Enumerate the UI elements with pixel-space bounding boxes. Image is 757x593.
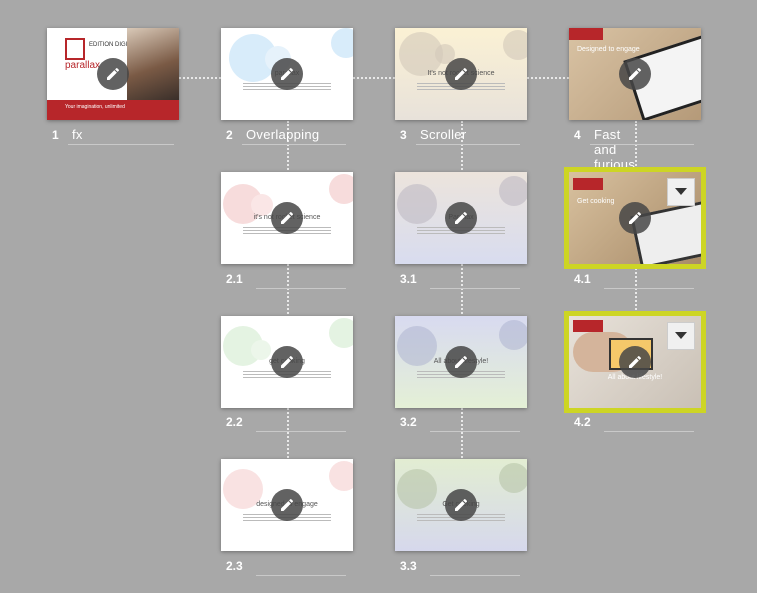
page-name-underline: [256, 575, 346, 576]
pencil-icon: [455, 211, 468, 224]
bubble-shape: [503, 30, 527, 60]
page-name-underline: [68, 144, 174, 145]
bubble-shape: [499, 176, 527, 206]
page-thumbnail-4[interactable]: Designed to engage: [569, 28, 701, 120]
bubble-shape: [251, 194, 273, 216]
page-thumbnail-2-3[interactable]: designed to engage: [221, 459, 353, 551]
page-number: 3.1: [400, 272, 417, 286]
page-name-underline: [256, 288, 346, 289]
page-name-underline: [256, 431, 346, 432]
thumb-title: Designed to engage: [577, 46, 640, 53]
connector-3-4: [527, 77, 569, 79]
pencil-icon: [455, 355, 468, 368]
pencil-icon: [455, 498, 468, 511]
edit-page-button[interactable]: [271, 202, 303, 234]
page-name-underline: [590, 144, 694, 145]
page-thumbnail-4-2[interactable]: All about lifestyle!: [564, 311, 706, 413]
page-number: 2.2: [226, 415, 243, 429]
page-name-underline: [416, 144, 520, 145]
bubble-shape: [499, 463, 527, 493]
edit-page-button[interactable]: [619, 346, 651, 378]
page-thumbnail-3[interactable]: It's not rocket science: [395, 28, 527, 120]
edit-page-button[interactable]: [445, 346, 477, 378]
thumb-photo: [127, 28, 179, 100]
connector-2-3: [353, 77, 395, 79]
edit-page-button[interactable]: [271, 489, 303, 521]
thumb-red-tag: [573, 320, 603, 332]
thumb-red-tag: [573, 178, 603, 190]
page-thumbnail-2-1[interactable]: it's not rocket science: [221, 172, 353, 264]
page-name-underline: [430, 431, 520, 432]
page-name: fx: [72, 127, 83, 142]
bubble-shape: [329, 174, 353, 204]
page-thumbnail-2-2[interactable]: get cooking: [221, 316, 353, 408]
edit-page-button[interactable]: [619, 202, 651, 234]
bubble-shape: [499, 320, 527, 350]
thumb-red-tag: [569, 28, 603, 40]
page-options-dropdown[interactable]: [667, 178, 695, 206]
pencil-icon: [629, 355, 642, 368]
page-name-underline: [430, 288, 520, 289]
page-thumbnail-1[interactable]: EDITION DIGITAL parallax Your imaginatio…: [47, 28, 179, 120]
page-name: Fast and furious: [594, 127, 636, 172]
bubble-shape: [331, 28, 353, 58]
thumb-title: Get cooking: [577, 198, 615, 205]
edit-page-button[interactable]: [445, 489, 477, 521]
page-name-underline: [430, 575, 520, 576]
edit-page-button[interactable]: [271, 58, 303, 90]
edit-page-button[interactable]: [271, 346, 303, 378]
page-number: 2: [226, 128, 233, 142]
page-name: Scroller: [420, 127, 467, 142]
edit-page-button[interactable]: [445, 58, 477, 90]
chevron-down-icon: [675, 332, 687, 339]
bubble-shape: [329, 461, 353, 491]
pencil-icon: [281, 498, 294, 511]
page-number: 4.2: [574, 415, 591, 429]
thumb-red-band: Your imagination, unlimited: [47, 100, 179, 120]
thumb-title: parallax: [65, 60, 101, 71]
page-number: 1: [52, 128, 59, 142]
bubble-shape: [251, 340, 271, 360]
page-thumbnail-3-3[interactable]: Get cooking: [395, 459, 527, 551]
page-number: 4.1: [574, 272, 591, 286]
pencil-icon: [107, 67, 120, 80]
pencil-icon: [455, 67, 468, 80]
pencil-icon: [281, 67, 294, 80]
thumb-band-text: Your imagination, unlimited: [65, 104, 125, 110]
edit-page-button[interactable]: [445, 202, 477, 234]
bubble-shape: [329, 318, 353, 348]
edit-page-button[interactable]: [97, 58, 129, 90]
connector-1-2: [179, 77, 221, 79]
page-name-underline: [604, 288, 694, 289]
page-thumbnail-2[interactable]: parallax: [221, 28, 353, 120]
page-number: 3.2: [400, 415, 417, 429]
page-name-underline: [604, 431, 694, 432]
chevron-down-icon: [675, 188, 687, 195]
page-thumbnail-3-1[interactable]: Parallax: [395, 172, 527, 264]
edit-page-button[interactable]: [619, 58, 651, 90]
pencil-icon: [281, 211, 294, 224]
page-options-dropdown[interactable]: [667, 322, 695, 350]
page-number: 3: [400, 128, 407, 142]
page-number: 3.3: [400, 559, 417, 573]
page-thumbnail-3-2[interactable]: All about lifestyle!: [395, 316, 527, 408]
page-number: 2.1: [226, 272, 243, 286]
page-thumbnail-4-1[interactable]: Get cooking: [564, 167, 706, 269]
page-number: 4: [574, 128, 581, 142]
page-number: 2.3: [226, 559, 243, 573]
page-name: Overlapping: [246, 127, 320, 142]
page-name-underline: [242, 144, 346, 145]
pencil-icon: [629, 67, 642, 80]
pencil-icon: [629, 211, 642, 224]
edition-digital-logo: [65, 38, 85, 60]
pencil-icon: [281, 355, 294, 368]
